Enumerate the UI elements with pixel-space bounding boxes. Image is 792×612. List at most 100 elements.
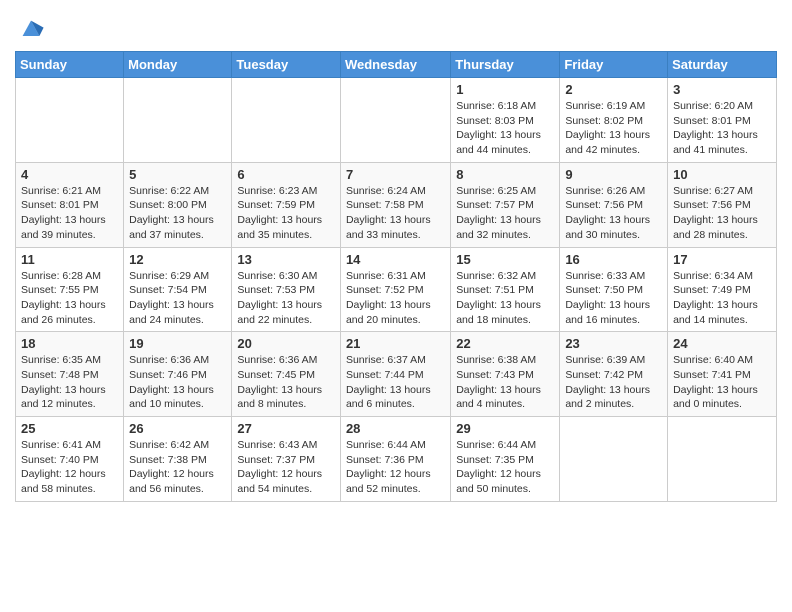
day-number: 18 [21,336,118,351]
day-cell: 10Sunrise: 6:27 AM Sunset: 7:56 PM Dayli… [668,162,777,247]
day-cell: 9 Sunrise: 6:26 AM Sunset: 7:56 PM Daylig… [560,162,668,247]
day-cell: 11 Sunrise: 6:28 AM Sunset: 7:55 PM Dayli… [16,247,124,332]
day-info: Sunrise: 6:41 AM Sunset: 7:40 PM Dayligh… [21,438,118,497]
header-cell-saturday: Saturday [668,52,777,78]
day-info: Sunrise: 6:33 AM Sunset: 7:50 PM Dayligh… [565,269,662,328]
day-cell: 8Sunrise: 6:25 AM Sunset: 7:57 PM Daylig… [451,162,560,247]
day-info: Sunrise: 6:21 AM Sunset: 8:01 PM Dayligh… [21,184,118,243]
calendar-body: 1 Sunrise: 6:18 AM Sunset: 8:03 PM Daylig… [16,78,777,502]
day-number: 6 [237,167,335,182]
day-info: Sunrise: 6:28 AM Sunset: 7:55 PM Dayligh… [21,269,118,328]
day-info: Sunrise: 6:36 AM Sunset: 7:45 PM Dayligh… [237,353,335,412]
header-row: SundayMondayTuesdayWednesdayThursdayFrid… [16,52,777,78]
day-info: Sunrise: 6:31 AM Sunset: 7:52 PM Dayligh… [346,269,445,328]
day-info: Sunrise: 6:43 AM Sunset: 7:37 PM Dayligh… [237,438,335,497]
day-cell: 26 Sunrise: 6:42 AM Sunset: 7:38 PM Dayli… [124,417,232,502]
day-cell: 25 Sunrise: 6:41 AM Sunset: 7:40 PM Dayli… [16,417,124,502]
day-info: Sunrise: 6:22 AM Sunset: 8:00 PM Dayligh… [129,184,226,243]
day-number: 25 [21,421,118,436]
day-cell: 6 Sunrise: 6:23 AM Sunset: 7:59 PM Daylig… [232,162,341,247]
day-info: Sunrise: 6:29 AM Sunset: 7:54 PM Dayligh… [129,269,226,328]
day-cell [340,78,450,163]
header-cell-friday: Friday [560,52,668,78]
day-number: 17 [673,252,771,267]
day-number: 11 [21,252,118,267]
header-cell-thursday: Thursday [451,52,560,78]
day-cell: 22 Sunrise: 6:38 AM Sunset: 7:43 PM Dayli… [451,332,560,417]
day-number: 15 [456,252,554,267]
day-info: Sunrise: 6:32 AM Sunset: 7:51 PM Dayligh… [456,269,554,328]
day-info: Sunrise: 6:38 AM Sunset: 7:43 PM Dayligh… [456,353,554,412]
day-cell: 1 Sunrise: 6:18 AM Sunset: 8:03 PM Daylig… [451,78,560,163]
day-cell: 14 Sunrise: 6:31 AM Sunset: 7:52 PM Dayli… [340,247,450,332]
day-number: 23 [565,336,662,351]
day-info: Sunrise: 6:42 AM Sunset: 7:38 PM Dayligh… [129,438,226,497]
day-number: 29 [456,421,554,436]
week-row-3: 11 Sunrise: 6:28 AM Sunset: 7:55 PM Dayli… [16,247,777,332]
day-cell: 7 Sunrise: 6:24 AM Sunset: 7:58 PM Daylig… [340,162,450,247]
day-cell: 13Sunrise: 6:30 AM Sunset: 7:53 PM Dayli… [232,247,341,332]
day-cell: 29 Sunrise: 6:44 AM Sunset: 7:35 PM Dayli… [451,417,560,502]
day-info: Sunrise: 6:35 AM Sunset: 7:48 PM Dayligh… [21,353,118,412]
day-number: 8 [456,167,554,182]
day-number: 12 [129,252,226,267]
day-info: Sunrise: 6:37 AM Sunset: 7:44 PM Dayligh… [346,353,445,412]
day-number: 5 [129,167,226,182]
day-cell: 16 Sunrise: 6:33 AM Sunset: 7:50 PM Dayli… [560,247,668,332]
day-cell [16,78,124,163]
day-info: Sunrise: 6:44 AM Sunset: 7:35 PM Dayligh… [456,438,554,497]
day-number: 2 [565,82,662,97]
header-cell-monday: Monday [124,52,232,78]
week-row-1: 1 Sunrise: 6:18 AM Sunset: 8:03 PM Daylig… [16,78,777,163]
day-number: 3 [673,82,771,97]
day-info: Sunrise: 6:23 AM Sunset: 7:59 PM Dayligh… [237,184,335,243]
day-number: 24 [673,336,771,351]
header-cell-tuesday: Tuesday [232,52,341,78]
day-number: 16 [565,252,662,267]
day-number: 9 [565,167,662,182]
header-cell-sunday: Sunday [16,52,124,78]
day-number: 1 [456,82,554,97]
day-number: 21 [346,336,445,351]
day-number: 20 [237,336,335,351]
day-cell [124,78,232,163]
calendar-header: SundayMondayTuesdayWednesdayThursdayFrid… [16,52,777,78]
header-cell-wednesday: Wednesday [340,52,450,78]
day-cell: 4Sunrise: 6:21 AM Sunset: 8:01 PM Daylig… [16,162,124,247]
day-info: Sunrise: 6:30 AM Sunset: 7:53 PM Dayligh… [237,269,335,328]
day-info: Sunrise: 6:34 AM Sunset: 7:49 PM Dayligh… [673,269,771,328]
day-info: Sunrise: 6:40 AM Sunset: 7:41 PM Dayligh… [673,353,771,412]
day-cell: 18 Sunrise: 6:35 AM Sunset: 7:48 PM Dayli… [16,332,124,417]
day-cell: 21 Sunrise: 6:37 AM Sunset: 7:44 PM Dayli… [340,332,450,417]
day-cell [668,417,777,502]
day-cell: 17 Sunrise: 6:34 AM Sunset: 7:49 PM Dayli… [668,247,777,332]
day-number: 27 [237,421,335,436]
day-cell: 24 Sunrise: 6:40 AM Sunset: 7:41 PM Dayli… [668,332,777,417]
day-cell [232,78,341,163]
logo-icon [17,15,45,43]
day-cell: 27 Sunrise: 6:43 AM Sunset: 7:37 PM Dayli… [232,417,341,502]
day-number: 10 [673,167,771,182]
logo [15,15,45,43]
day-info: Sunrise: 6:26 AM Sunset: 7:56 PM Dayligh… [565,184,662,243]
day-info: Sunrise: 6:44 AM Sunset: 7:36 PM Dayligh… [346,438,445,497]
day-info: Sunrise: 6:39 AM Sunset: 7:42 PM Dayligh… [565,353,662,412]
day-info: Sunrise: 6:19 AM Sunset: 8:02 PM Dayligh… [565,99,662,158]
day-number: 19 [129,336,226,351]
day-number: 7 [346,167,445,182]
day-number: 14 [346,252,445,267]
calendar-table: SundayMondayTuesdayWednesdayThursdayFrid… [15,51,777,502]
day-info: Sunrise: 6:20 AM Sunset: 8:01 PM Dayligh… [673,99,771,158]
day-number: 22 [456,336,554,351]
day-cell: 5 Sunrise: 6:22 AM Sunset: 8:00 PM Daylig… [124,162,232,247]
day-cell: 12 Sunrise: 6:29 AM Sunset: 7:54 PM Dayli… [124,247,232,332]
header [15,10,777,43]
day-cell: 23 Sunrise: 6:39 AM Sunset: 7:42 PM Dayli… [560,332,668,417]
week-row-5: 25 Sunrise: 6:41 AM Sunset: 7:40 PM Dayli… [16,417,777,502]
day-number: 26 [129,421,226,436]
day-info: Sunrise: 6:18 AM Sunset: 8:03 PM Dayligh… [456,99,554,158]
day-info: Sunrise: 6:24 AM Sunset: 7:58 PM Dayligh… [346,184,445,243]
day-number: 28 [346,421,445,436]
day-cell: 2 Sunrise: 6:19 AM Sunset: 8:02 PM Daylig… [560,78,668,163]
day-cell: 3 Sunrise: 6:20 AM Sunset: 8:01 PM Daylig… [668,78,777,163]
